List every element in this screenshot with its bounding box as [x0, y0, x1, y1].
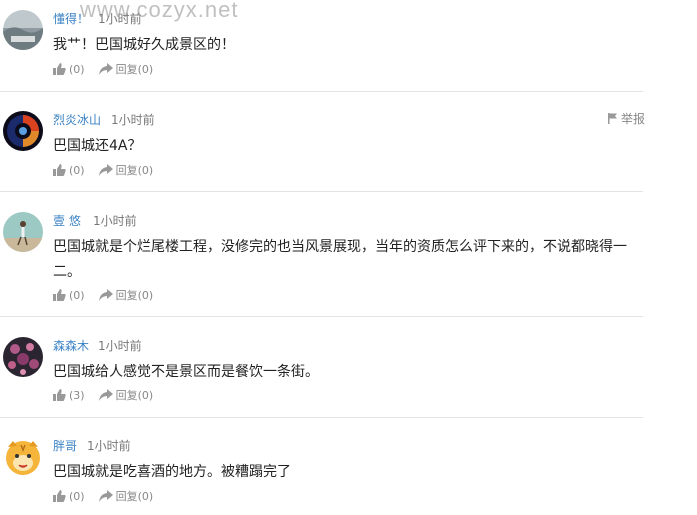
like-button[interactable]: (0): [53, 63, 85, 76]
reply-label: 回复(0): [115, 289, 154, 302]
avatar-landscape-icon: [3, 10, 43, 50]
avatar[interactable]: [3, 212, 43, 252]
divider: [0, 316, 643, 317]
comment-time: 1小时前: [111, 113, 155, 127]
reply-button[interactable]: 回复(0): [98, 387, 154, 403]
avatar[interactable]: [3, 111, 43, 151]
thumbs-up-icon: [53, 164, 66, 176]
comment-time: 1小时前: [98, 12, 142, 26]
reply-button[interactable]: 回复(0): [98, 61, 154, 77]
like-count: (3): [69, 388, 85, 402]
like-button[interactable]: (0): [53, 289, 85, 302]
like-count: (0): [69, 288, 85, 302]
thumbs-up-icon: [53, 289, 66, 301]
comment-actions: (3) 回复(0): [53, 387, 167, 403]
reply-button[interactable]: 回复(0): [98, 287, 154, 303]
reply-arrow-icon: [98, 289, 113, 301]
divider: [0, 91, 643, 92]
comment-text: 巴国城就是吃喜酒的地方。被糟蹋完了: [53, 464, 291, 480]
avatar[interactable]: [3, 10, 43, 50]
reply-button[interactable]: 回复(0): [98, 488, 154, 504]
reply-label: 回复(0): [115, 490, 154, 503]
reply-label: 回复(0): [115, 389, 154, 402]
username[interactable]: 懂得！: [53, 10, 89, 27]
comment-actions: (0) 回复(0): [53, 287, 167, 303]
comment-text: 巴国城还4A？: [53, 138, 142, 154]
username[interactable]: 森森木: [53, 337, 89, 354]
like-count: (0): [69, 489, 85, 503]
avatar[interactable]: [3, 437, 43, 477]
avatar-orb-icon: [3, 111, 43, 151]
username[interactable]: 胖哥: [53, 437, 77, 454]
comment-time: 1小时前: [87, 439, 131, 453]
reply-arrow-icon: [98, 164, 113, 176]
avatar-flowers-icon: [3, 337, 43, 377]
avatar-person-icon: [3, 212, 43, 252]
like-count: (0): [69, 62, 85, 76]
reply-button[interactable]: 回复(0): [98, 162, 154, 178]
comment-text: 巴国城就是个烂尾楼工程，没修完的也当风景展现，当年的资质怎么评下来的，不说都晓得…: [53, 239, 627, 280]
comment-actions: (0) 回复(0): [53, 61, 167, 77]
divider: [0, 191, 643, 192]
comment-text: 我艹！巴国城好久成景区的！: [53, 37, 235, 53]
like-button[interactable]: (0): [53, 164, 85, 177]
thumbs-up-icon: [53, 490, 66, 502]
comment-actions: (0) 回复(0): [53, 162, 167, 178]
reply-label: 回复(0): [115, 63, 154, 76]
reply-arrow-icon: [98, 490, 113, 502]
like-count: (0): [69, 163, 85, 177]
comment-time: 1小时前: [93, 214, 137, 228]
divider: [0, 417, 643, 418]
reply-arrow-icon: [98, 63, 113, 75]
flag-icon: [607, 113, 617, 124]
report-label: 举报: [620, 112, 645, 126]
thumbs-up-icon: [53, 389, 66, 401]
like-button[interactable]: (3): [53, 389, 85, 402]
reply-arrow-icon: [98, 389, 113, 401]
thumbs-up-icon: [53, 63, 66, 75]
like-button[interactable]: (0): [53, 490, 85, 503]
username[interactable]: 壹 悠: [53, 212, 81, 229]
comment-actions: (0) 回复(0): [53, 488, 167, 504]
comment-time: 1小时前: [98, 339, 142, 353]
report-button[interactable]: 举报: [607, 110, 645, 127]
avatar-tiger-icon: [3, 437, 43, 477]
reply-label: 回复(0): [115, 164, 154, 177]
avatar[interactable]: [3, 337, 43, 377]
comment-text: 巴国城给人感觉不是景区而是餐饮一条街。: [53, 364, 319, 380]
username[interactable]: 烈炎冰山: [53, 111, 101, 128]
